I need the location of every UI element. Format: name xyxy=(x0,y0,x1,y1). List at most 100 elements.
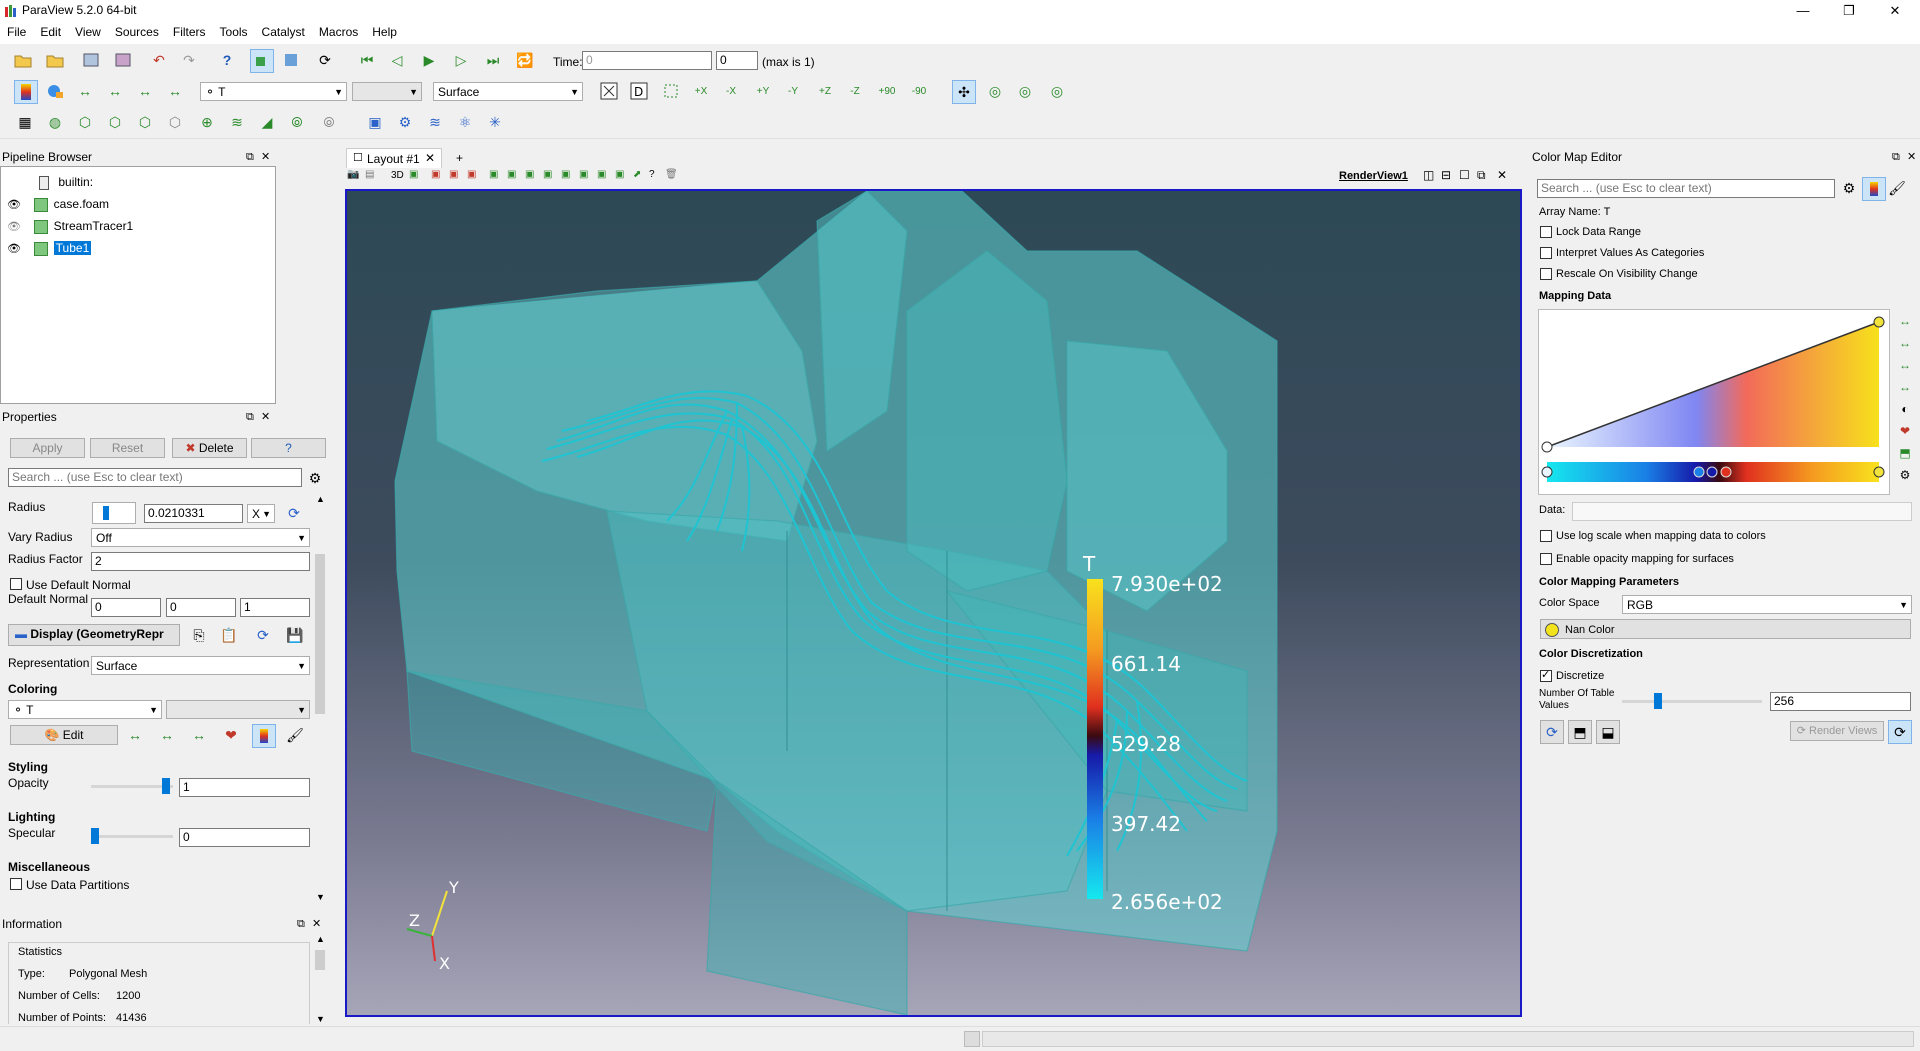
scroll-up-icon[interactable]: ▲ xyxy=(316,934,325,944)
interactive-select-cells-icon[interactable]: ▣ xyxy=(561,169,570,180)
rescale-custom-range-icon[interactable]: ↔ xyxy=(104,80,126,102)
color-control-point[interactable] xyxy=(1720,466,1732,478)
pipeline-item-case-foam[interactable]: 👁 case.foam xyxy=(7,195,109,213)
split-horizontal-icon[interactable]: ◫ xyxy=(1423,168,1434,182)
capture-screenshot-icon[interactable]: 📷 xyxy=(347,169,359,180)
select-surface-points-icon[interactable]: ▣ xyxy=(449,169,458,180)
scroll-down-icon[interactable]: ▼ xyxy=(316,892,325,902)
float-icon[interactable]: ⧉ xyxy=(246,149,254,166)
scroll-down-icon[interactable]: ▼ xyxy=(316,1014,325,1024)
minimize-button[interactable]: — xyxy=(1780,0,1826,22)
close-view-icon[interactable]: ✕ xyxy=(1497,168,1507,182)
reset-camera-icon[interactable] xyxy=(598,80,620,102)
select-surface-cells-icon[interactable]: ▣ xyxy=(431,169,440,180)
split-vertical-icon[interactable]: ⊟ xyxy=(1441,168,1451,182)
interaction-mode-icon[interactable]: ✳ xyxy=(484,111,506,133)
color-control-point[interactable] xyxy=(1706,466,1718,478)
default-normal-y[interactable]: 0 xyxy=(166,598,236,617)
save-state-icon[interactable] xyxy=(112,49,134,71)
opacity-mapping-checkbox[interactable] xyxy=(1540,553,1552,565)
pipeline-item-streamtracer[interactable]: 👁 StreamTracer1 xyxy=(7,217,133,235)
properties-scrollbar[interactable]: ▲ ▼ xyxy=(314,494,326,902)
reset-radius-icon[interactable]: ⟳ xyxy=(283,502,305,524)
reset-session-icon[interactable] xyxy=(280,49,302,71)
paste-icon[interactable]: 📋 xyxy=(218,624,240,646)
camera-undo-icon[interactable]: ▣ xyxy=(409,169,418,180)
rotate-plus-90-icon[interactable]: +90 xyxy=(876,80,898,102)
next-frame-icon[interactable]: ▷ xyxy=(450,49,472,71)
close-tab-icon[interactable]: ✕ xyxy=(425,151,435,165)
split-icon[interactable]: ▤ xyxy=(365,169,374,180)
clip-icon[interactable]: ⬡ xyxy=(74,111,96,133)
threshold-icon[interactable]: ⬡ xyxy=(134,111,156,133)
reset-center-icon[interactable]: ◎ xyxy=(984,80,1006,102)
calculator-icon[interactable]: ▦ xyxy=(14,111,36,133)
radius-axis-combo[interactable]: X ▼ xyxy=(247,504,275,523)
menu-view[interactable]: View xyxy=(68,22,108,42)
reset-button[interactable]: Reset xyxy=(90,438,165,458)
render-canvas[interactable]: T 7.930e+02 661.14 529.28 397.42 2.656e+… xyxy=(347,191,1520,1015)
rescale-data-range-icon[interactable]: ↔ xyxy=(74,80,96,102)
specular-slider[interactable] xyxy=(91,835,173,838)
menu-sources[interactable]: Sources xyxy=(108,22,166,42)
select-polygon-cells-icon[interactable]: ▣ xyxy=(507,169,516,180)
eye-icon[interactable]: 👁 xyxy=(7,199,21,211)
eye-icon[interactable]: 👁 xyxy=(7,243,21,255)
hover-cells-icon[interactable]: ▣ xyxy=(615,169,624,180)
select-polygon-points-icon[interactable]: ▣ xyxy=(525,169,534,180)
view-plus-x-icon[interactable]: +X xyxy=(690,80,712,102)
opacity-slider-handle[interactable] xyxy=(162,778,170,794)
time-step-spinbox[interactable]: 0 xyxy=(716,51,758,70)
warp-by-vector-icon[interactable]: ◢ xyxy=(256,111,278,133)
specular-field[interactable]: 0 xyxy=(179,828,310,847)
eye-closed-icon[interactable]: 👁 xyxy=(7,221,21,233)
auto-render-icon[interactable]: ⟳ xyxy=(1888,720,1912,744)
radius-slider[interactable] xyxy=(92,502,136,524)
nan-color-button[interactable]: Nan Color xyxy=(1540,619,1911,639)
auto-apply-icon[interactable] xyxy=(250,49,274,73)
interactive-select-points-icon[interactable]: ▣ xyxy=(579,169,588,180)
redo-icon[interactable]: ↷ xyxy=(178,49,200,71)
default-normal-x[interactable]: 0 xyxy=(91,598,161,617)
rescale-range-icon[interactable]: ↔ xyxy=(124,724,146,746)
properties-help-button[interactable]: ? xyxy=(251,438,326,458)
add-layout-tab-button[interactable]: + xyxy=(456,151,463,165)
data-value-field[interactable] xyxy=(1572,502,1912,521)
delete-button[interactable]: ✖ Delete xyxy=(172,438,247,458)
orientation-axes-icon[interactable]: ◎ xyxy=(1046,80,1068,102)
view-plus-z-icon[interactable]: +Z xyxy=(814,80,836,102)
maximize-view-icon[interactable]: ☐ xyxy=(1459,168,1470,182)
copy-icon[interactable]: ⎘ xyxy=(188,624,210,646)
use-data-partitions-checkbox[interactable] xyxy=(10,878,22,890)
rescale-range-icon[interactable]: ↔ xyxy=(1894,310,1916,332)
contour-icon[interactable]: ◍ xyxy=(44,111,66,133)
rescale-visibility-checkbox[interactable] xyxy=(1540,268,1552,280)
pick-center-icon[interactable]: ◎ xyxy=(1014,80,1036,102)
rescale-visible-range-icon[interactable]: ↔ xyxy=(164,80,186,102)
cme-gear-icon[interactable]: ⚙ xyxy=(1838,177,1860,199)
edit-color-button[interactable]: 🎨 Edit xyxy=(10,725,118,745)
select-frustum-cells-icon[interactable]: ▣ xyxy=(467,169,476,180)
time-value-field[interactable]: 0 xyxy=(582,51,712,70)
opacity-control-point[interactable] xyxy=(1873,316,1885,328)
glyph-icon[interactable]: ⊕ xyxy=(196,111,218,133)
choose-preset-icon[interactable]: ❤ xyxy=(1894,420,1916,442)
apply-button[interactable]: Apply xyxy=(10,438,85,458)
advanced-properties-gear-icon[interactable]: ⚙ xyxy=(304,467,326,489)
grow-selection-icon[interactable]: ⬈ xyxy=(633,169,641,180)
find-data-icon[interactable]: ⚙ xyxy=(394,111,416,133)
save-defaults-icon[interactable]: 💾 xyxy=(284,624,306,646)
menu-tools[interactable]: Tools xyxy=(213,22,255,42)
component-combo[interactable]: ▼ xyxy=(352,82,422,101)
zoom-to-data-icon[interactable]: D xyxy=(628,80,650,102)
menu-catalyst[interactable]: Catalyst xyxy=(255,22,312,42)
table-values-slider[interactable] xyxy=(1622,700,1762,703)
cme-color-legend-icon[interactable] xyxy=(1862,177,1886,201)
view-minus-x-icon[interactable]: -X xyxy=(720,80,742,102)
menu-edit[interactable]: Edit xyxy=(33,22,68,42)
scroll-thumb[interactable] xyxy=(315,950,325,970)
extract-subset-icon[interactable]: ⬡ xyxy=(164,111,186,133)
radius-factor-field[interactable]: 2 xyxy=(91,552,310,571)
discretize-checkbox[interactable]: ✓ xyxy=(1540,669,1552,682)
color-control-point[interactable] xyxy=(1541,466,1553,478)
